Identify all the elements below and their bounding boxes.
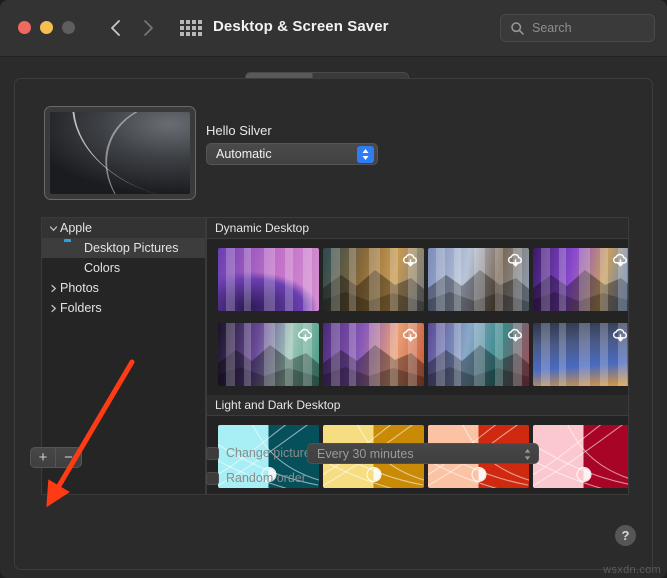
download-cloud-icon[interactable] bbox=[506, 251, 525, 270]
back-chevron-icon[interactable] bbox=[106, 17, 126, 39]
change-picture-label: Change picture: bbox=[226, 446, 315, 460]
thumbnail-grid bbox=[207, 239, 628, 395]
appearance-rotation-value: Automatic bbox=[216, 147, 272, 161]
search-icon bbox=[510, 21, 525, 36]
wallpaper-thumbnail-solar-gradient[interactable] bbox=[533, 323, 628, 386]
download-cloud-icon[interactable] bbox=[611, 326, 628, 345]
minimize-button[interactable] bbox=[40, 21, 53, 34]
random-order-checkbox[interactable] bbox=[206, 471, 219, 485]
source-item-folders[interactable]: Folders bbox=[42, 298, 205, 318]
change-interval-value: Every 30 minutes bbox=[317, 447, 414, 461]
desktop-pane: Hello Silver Automatic Apple Desktop Pict… bbox=[14, 78, 653, 570]
change-interval-select[interactable]: Every 30 minutes bbox=[307, 443, 539, 464]
search-input[interactable]: Search bbox=[500, 14, 655, 42]
download-cloud-icon[interactable] bbox=[401, 251, 420, 270]
source-item-label: Colors bbox=[84, 261, 121, 275]
source-item-label: Apple bbox=[60, 221, 92, 235]
wallpaper-thumbnail-catalina-shore[interactable] bbox=[323, 248, 424, 311]
wallpaper-thumbnail-big-sur-abstract[interactable] bbox=[533, 248, 628, 311]
chevron-right-icon[interactable] bbox=[46, 284, 60, 293]
source-item-label: Folders bbox=[60, 301, 102, 315]
window-titlebar: Desktop & Screen Saver Search bbox=[0, 0, 667, 57]
download-cloud-icon[interactable] bbox=[296, 326, 315, 345]
source-item-colors[interactable]: Colors bbox=[42, 258, 205, 278]
gallery-section-header: Light and Dark Desktop bbox=[207, 395, 628, 416]
wallpaper-thumbnail-ventura-dunes[interactable] bbox=[323, 323, 424, 386]
source-item-apple[interactable]: Apple bbox=[42, 218, 205, 238]
chevron-right-icon[interactable] bbox=[46, 304, 60, 313]
light-dark-badge-icon bbox=[471, 467, 486, 482]
light-dark-badge-icon bbox=[366, 467, 381, 482]
color-wheel-icon bbox=[64, 262, 79, 275]
add-button[interactable]: + bbox=[31, 448, 56, 467]
wallpaper-thumbnail-big-sur-graphic[interactable] bbox=[218, 248, 319, 311]
forward-chevron-icon[interactable] bbox=[138, 17, 158, 39]
watermark-text: wsxdn.com bbox=[603, 564, 661, 576]
source-item-desktop-pictures[interactable]: Desktop Pictures bbox=[42, 238, 205, 258]
download-cloud-icon[interactable] bbox=[401, 326, 420, 345]
source-item-label: Desktop Pictures bbox=[84, 241, 179, 255]
change-picture-row: Change picture: bbox=[206, 446, 314, 460]
help-button[interactable]: ? bbox=[615, 525, 636, 546]
wallpaper-thumbnail-hello-pink[interactable] bbox=[533, 425, 628, 488]
current-wallpaper-preview bbox=[44, 106, 196, 200]
page-title: Desktop & Screen Saver bbox=[213, 18, 389, 35]
system-preferences-window: Desktop & Screen Saver Search Desktop Sc… bbox=[0, 0, 667, 578]
light-dark-badge-icon bbox=[576, 467, 591, 482]
hello-silver-wallpaper-image bbox=[50, 112, 190, 194]
change-picture-checkbox[interactable] bbox=[206, 446, 219, 460]
remove-button[interactable]: − bbox=[56, 448, 81, 467]
close-button[interactable] bbox=[18, 21, 31, 34]
stepper-arrows-icon[interactable] bbox=[523, 447, 532, 462]
folder-icon bbox=[64, 242, 79, 255]
source-item-label: Photos bbox=[60, 281, 99, 295]
source-item-photos[interactable]: Photos bbox=[42, 278, 205, 298]
add-remove-source-buttons: + − bbox=[30, 447, 82, 468]
wallpaper-thumbnail-sonoma-cliff[interactable] bbox=[428, 323, 529, 386]
show-all-grid-icon[interactable] bbox=[180, 20, 204, 36]
search-placeholder-text: Search bbox=[532, 21, 572, 35]
gallery-section-header: Dynamic Desktop bbox=[207, 218, 628, 239]
random-order-label: Random order bbox=[226, 471, 306, 485]
chevron-down-icon[interactable] bbox=[46, 224, 60, 233]
appearance-rotation-select[interactable]: Automatic bbox=[206, 143, 378, 165]
download-cloud-icon[interactable] bbox=[611, 251, 628, 270]
download-cloud-icon[interactable] bbox=[506, 326, 525, 345]
stepper-arrows-icon[interactable] bbox=[357, 146, 374, 163]
random-order-row: Random order bbox=[206, 471, 306, 485]
zoom-button[interactable] bbox=[62, 21, 75, 34]
wallpaper-thumbnail-catalina-island[interactable] bbox=[428, 248, 529, 311]
wallpaper-thumbnail-monterey-coast[interactable] bbox=[218, 323, 319, 386]
wallpaper-name-label: Hello Silver bbox=[206, 123, 272, 138]
